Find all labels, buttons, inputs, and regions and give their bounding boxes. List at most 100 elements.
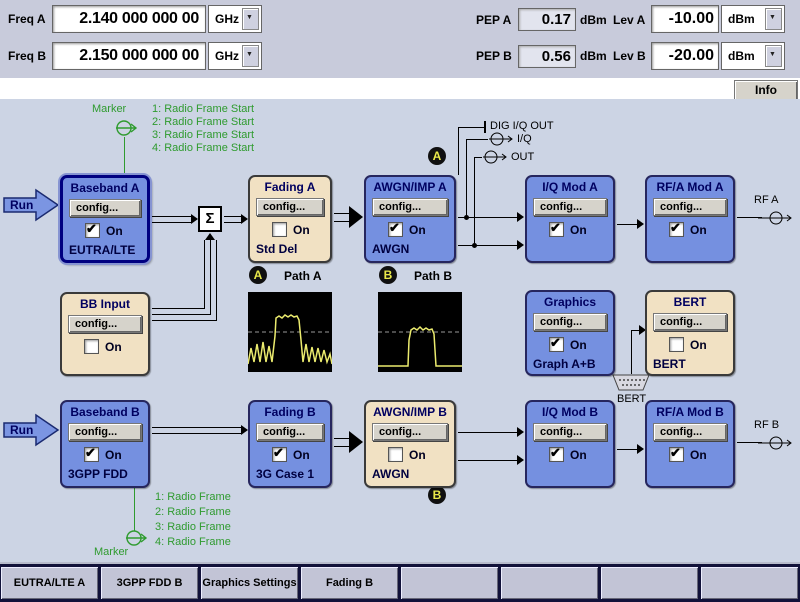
dropdown-arrow-icon[interactable] bbox=[765, 8, 782, 30]
marker-line: 2: Radio Frame Start bbox=[152, 116, 254, 128]
on-checkbox[interactable] bbox=[84, 339, 99, 354]
terminal-bar bbox=[484, 121, 486, 133]
block-title: Graphics bbox=[527, 292, 613, 309]
config-button[interactable]: config... bbox=[653, 423, 727, 441]
config-button[interactable]: config... bbox=[68, 315, 142, 333]
pep-a-label: PEP A bbox=[476, 13, 511, 27]
softkey-eutra-lte-a[interactable]: EUTRA/LTE A bbox=[1, 567, 98, 599]
out-label: OUT bbox=[511, 151, 534, 163]
softkey-empty[interactable] bbox=[501, 567, 598, 599]
wire bbox=[458, 127, 484, 128]
wire bbox=[152, 314, 211, 315]
on-checkbox[interactable] bbox=[272, 447, 287, 462]
block-baseband-b[interactable]: Baseband B config... On 3GPP FDD bbox=[60, 400, 150, 488]
on-checkbox[interactable] bbox=[669, 447, 684, 462]
wire bbox=[466, 139, 467, 218]
config-button[interactable]: config... bbox=[68, 423, 142, 441]
block-sublabel: 3GPP FDD bbox=[68, 467, 148, 481]
config-button[interactable]: config... bbox=[69, 199, 141, 217]
config-button[interactable]: config... bbox=[372, 423, 448, 441]
softkey-empty[interactable] bbox=[701, 567, 798, 599]
run-label: Run bbox=[10, 423, 33, 437]
config-button[interactable]: config... bbox=[256, 198, 324, 216]
block-iq-mod-b[interactable]: I/Q Mod B config... On bbox=[525, 400, 615, 488]
freq-a-unit: GHz bbox=[215, 12, 239, 26]
lev-b-unit-combo[interactable]: dBm bbox=[721, 42, 785, 70]
dropdown-arrow-icon[interactable] bbox=[765, 45, 782, 67]
arrowhead bbox=[349, 431, 363, 453]
freq-b-unit-combo[interactable]: GHz bbox=[208, 42, 262, 70]
on-label: On bbox=[105, 340, 122, 354]
config-button[interactable]: config... bbox=[533, 423, 607, 441]
app: { "colors": { "header_bg": "#c8cbdb", "d… bbox=[0, 0, 800, 600]
block-sublabel: EUTRA/LTE bbox=[69, 243, 147, 257]
marker-label: Marker bbox=[94, 546, 128, 558]
softkey-fading-b[interactable]: Fading B bbox=[301, 567, 398, 599]
block-awgn-imp-a[interactable]: AWGN/IMP A config... On AWGN bbox=[364, 175, 456, 263]
on-checkbox[interactable] bbox=[85, 223, 100, 238]
on-checkbox[interactable] bbox=[388, 447, 403, 462]
block-fading-b[interactable]: Fading B config... On 3G Case 1 bbox=[248, 400, 332, 488]
pep-b-unit: dBm bbox=[580, 49, 607, 63]
freq-a-input[interactable]: 2.140 000 000 00 bbox=[52, 5, 206, 33]
block-bert[interactable]: BERT config... On BERT bbox=[645, 290, 735, 376]
freq-b-unit: GHz bbox=[215, 49, 239, 63]
block-title: Baseband B bbox=[62, 402, 148, 419]
on-label: On bbox=[570, 338, 587, 352]
dropdown-arrow-icon[interactable] bbox=[242, 45, 259, 67]
config-button[interactable]: config... bbox=[653, 313, 727, 331]
config-button[interactable]: config... bbox=[533, 198, 607, 216]
on-checkbox[interactable] bbox=[84, 447, 99, 462]
block-baseband-a[interactable]: Baseband A config... On EUTRA/LTE bbox=[60, 175, 150, 263]
path-a-badge: A bbox=[249, 266, 267, 284]
info-button[interactable]: Info bbox=[734, 80, 798, 101]
config-button[interactable]: config... bbox=[372, 198, 448, 216]
wire bbox=[458, 460, 518, 461]
lev-a-input[interactable]: -10.00 bbox=[651, 5, 719, 33]
header-bar: Freq A 2.140 000 000 00 GHz Freq B 2.150… bbox=[0, 0, 800, 78]
lev-a-unit-combo[interactable]: dBm bbox=[721, 5, 785, 33]
spectrum-thumbnail-path-a bbox=[248, 292, 332, 372]
on-checkbox[interactable] bbox=[549, 447, 564, 462]
softkey-empty[interactable] bbox=[401, 567, 498, 599]
on-label: On bbox=[293, 448, 310, 462]
on-checkbox[interactable] bbox=[669, 337, 684, 352]
block-bb-input[interactable]: BB Input config... On bbox=[60, 292, 150, 376]
block-sublabel: AWGN bbox=[372, 242, 454, 256]
block-title: AWGN/IMP A bbox=[366, 177, 454, 194]
block-graphics[interactable]: Graphics config... On Graph A+B bbox=[525, 290, 615, 376]
softkey-3gpp-fdd-b[interactable]: 3GPP FDD B bbox=[101, 567, 198, 599]
marker-wire bbox=[134, 488, 135, 531]
config-button[interactable]: config... bbox=[653, 198, 727, 216]
block-rf-mod-a[interactable]: RF/A Mod A config... On bbox=[645, 175, 735, 263]
wire bbox=[458, 245, 518, 246]
path-a-badge: A bbox=[428, 147, 446, 165]
block-awgn-imp-b[interactable]: AWGN/IMP B config... On AWGN bbox=[364, 400, 456, 488]
on-label: On bbox=[293, 223, 310, 237]
config-button[interactable]: config... bbox=[533, 313, 607, 331]
softkey-empty[interactable] bbox=[601, 567, 698, 599]
dropdown-arrow-icon[interactable] bbox=[242, 8, 259, 30]
wire bbox=[617, 449, 638, 450]
on-checkbox[interactable] bbox=[669, 222, 684, 237]
on-checkbox[interactable] bbox=[549, 222, 564, 237]
freq-a-unit-combo[interactable]: GHz bbox=[208, 5, 262, 33]
rf-b-label: RF B bbox=[754, 419, 779, 431]
block-title: RF/A Mod B bbox=[647, 402, 733, 419]
marker-line: 3: Radio Frame Start bbox=[152, 129, 254, 141]
block-fading-a[interactable]: Fading A config... On Std Del bbox=[248, 175, 332, 263]
lev-b-input[interactable]: -20.00 bbox=[651, 42, 719, 70]
pep-a-value: 0.17 bbox=[518, 8, 576, 31]
wire bbox=[152, 308, 205, 309]
path-b-badge: B bbox=[428, 486, 446, 504]
block-rf-mod-b[interactable]: RF/A Mod B config... On bbox=[645, 400, 735, 488]
block-iq-mod-a[interactable]: I/Q Mod A config... On bbox=[525, 175, 615, 263]
config-button[interactable]: config... bbox=[256, 423, 324, 441]
on-checkbox[interactable] bbox=[272, 222, 287, 237]
on-checkbox[interactable] bbox=[388, 222, 403, 237]
on-checkbox[interactable] bbox=[549, 337, 564, 352]
freq-b-input[interactable]: 2.150 000 000 00 bbox=[52, 42, 206, 70]
softkey-graphics-settings[interactable]: Graphics Settings bbox=[201, 567, 298, 599]
junction-dot bbox=[464, 215, 469, 220]
block-sublabel: Std Del bbox=[256, 242, 330, 256]
